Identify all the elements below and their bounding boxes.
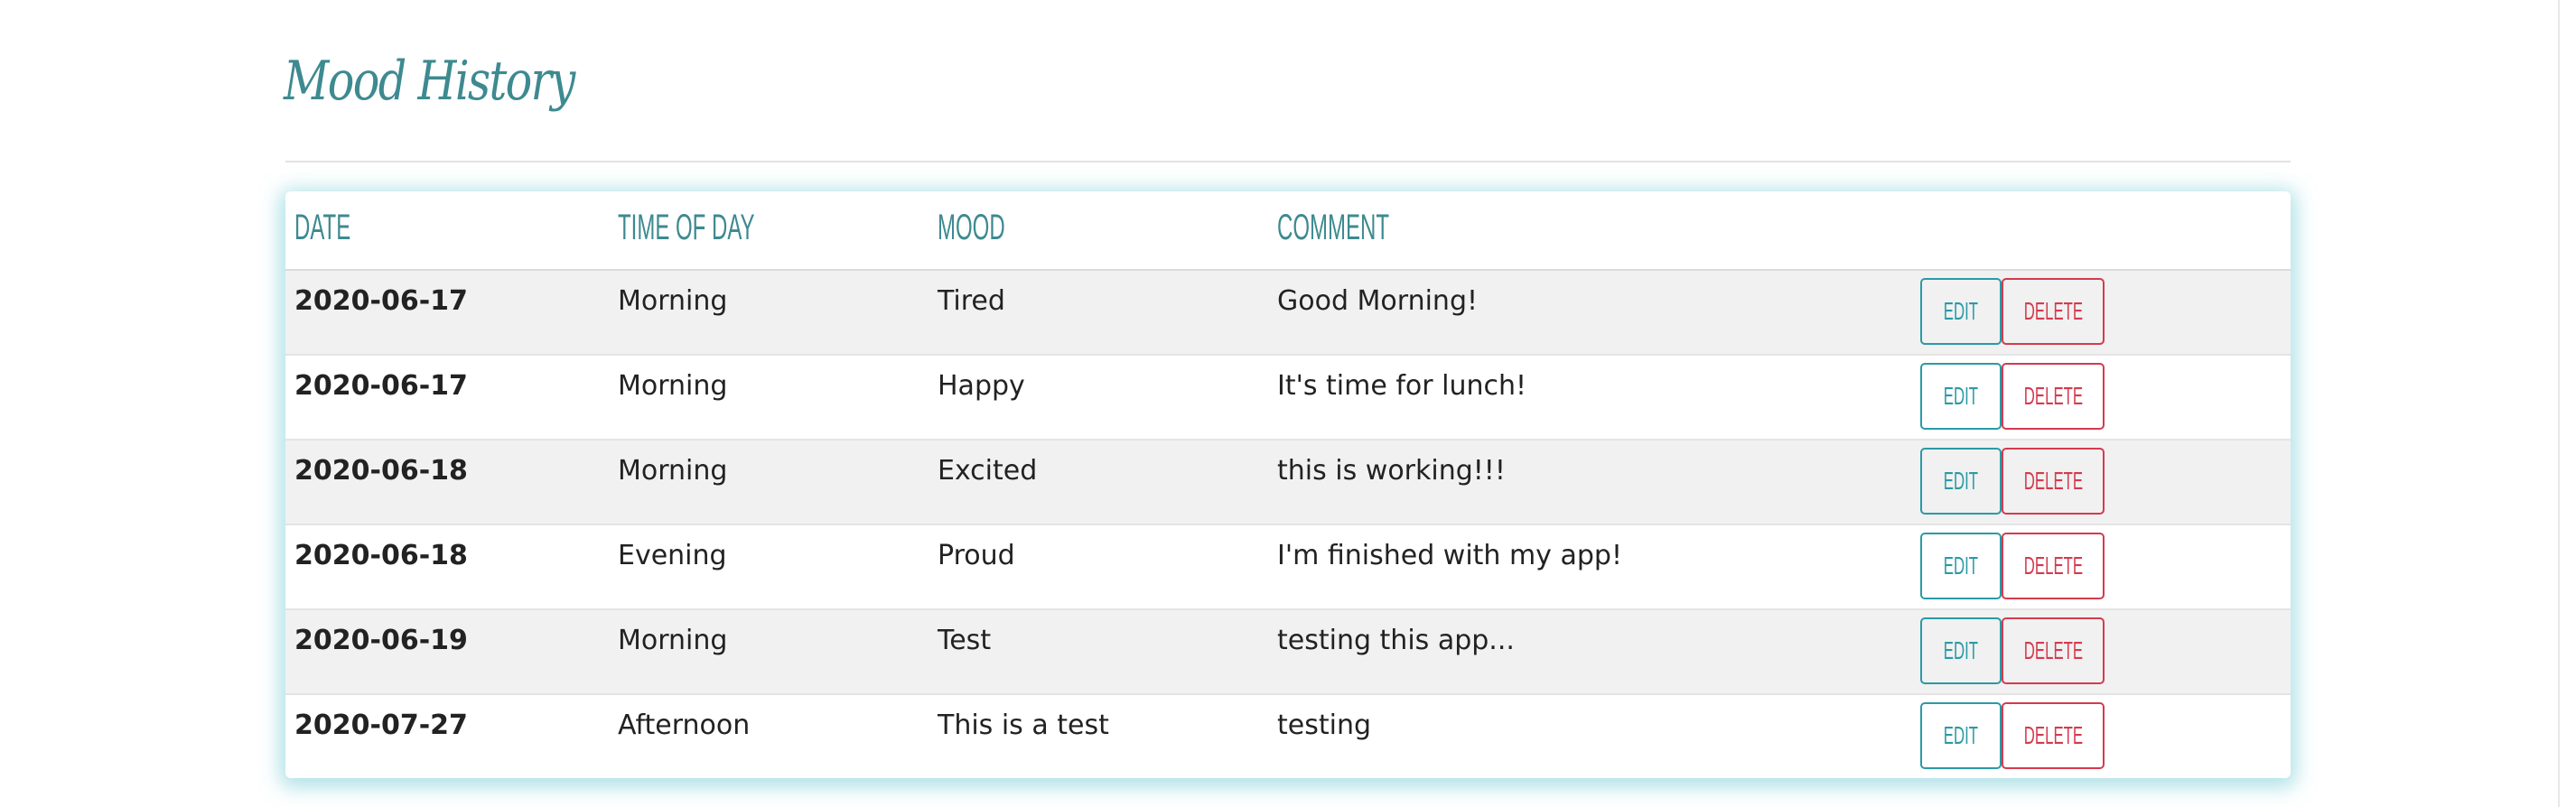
delete-button[interactable]: Delete: [2002, 278, 2105, 345]
header-date[interactable]: Date: [294, 209, 350, 246]
header-mood[interactable]: Mood: [938, 209, 1005, 246]
table-row: 2020-07-27 Afternoon This is a test test…: [285, 695, 2291, 778]
cell-mood: Happy: [938, 370, 1025, 402]
edit-button[interactable]: Edit: [1920, 363, 2002, 430]
mood-history-table: Date Time of Day Mood Comment 2020-06-17…: [285, 191, 2291, 778]
cell-comment: It's time for lunch!: [1277, 370, 1527, 402]
row-actions: Edit Delete: [1920, 702, 2291, 771]
cell-comment: Good Morning!: [1277, 285, 1479, 317]
cell-comment: this is working!!!: [1277, 455, 1506, 487]
cell-date: 2020-06-18: [294, 540, 468, 571]
cell-mood: Tired: [938, 285, 1005, 317]
cell-mood: Proud: [938, 540, 1015, 571]
edit-button[interactable]: Edit: [1920, 278, 2002, 345]
cell-mood: This is a test: [938, 710, 1109, 741]
cell-time-of-day: Morning: [618, 625, 728, 656]
cell-time-of-day: Morning: [618, 455, 728, 487]
cell-time-of-day: Morning: [618, 285, 728, 317]
table-header-row: Date Time of Day Mood Comment: [285, 191, 2291, 271]
table-row: 2020-06-19 Morning Test testing this app…: [285, 610, 2291, 695]
delete-button-label: Delete: [2023, 552, 2083, 580]
delete-button[interactable]: Delete: [2002, 702, 2105, 769]
cell-date: 2020-06-18: [294, 455, 468, 487]
row-actions: Edit Delete: [1920, 363, 2291, 431]
edit-button[interactable]: Edit: [1920, 533, 2002, 599]
title-divider: [285, 161, 2291, 162]
delete-button-label: Delete: [2023, 721, 2083, 749]
edit-button[interactable]: Edit: [1920, 617, 2002, 684]
table-row: 2020-06-17 Morning Tired Good Morning! E…: [285, 271, 2291, 356]
row-actions: Edit Delete: [1920, 617, 2291, 686]
cell-comment: testing: [1277, 710, 1372, 741]
cell-time-of-day: Morning: [618, 370, 728, 402]
edit-button-label: Edit: [1943, 297, 1979, 325]
delete-button-label: Delete: [2023, 467, 2083, 495]
edit-button-label: Edit: [1943, 552, 1979, 580]
edit-button[interactable]: Edit: [1920, 448, 2002, 515]
cell-date: 2020-07-27: [294, 710, 468, 741]
delete-button[interactable]: Delete: [2002, 533, 2105, 599]
delete-button-label: Delete: [2023, 636, 2083, 664]
cell-mood: Excited: [938, 455, 1038, 487]
delete-button-label: Delete: [2023, 297, 2083, 325]
cell-mood: Test: [938, 625, 992, 656]
cell-comment: I'm finished with my app!: [1277, 540, 1622, 571]
cell-time-of-day: Evening: [618, 540, 727, 571]
delete-button[interactable]: Delete: [2002, 448, 2105, 515]
edit-button[interactable]: Edit: [1920, 702, 2002, 769]
delete-button-label: Delete: [2023, 382, 2083, 410]
table-row: 2020-06-17 Morning Happy It's time for l…: [285, 356, 2291, 441]
cell-date: 2020-06-17: [294, 285, 468, 317]
row-actions: Edit Delete: [1920, 278, 2291, 347]
cell-time-of-day: Afternoon: [618, 710, 751, 741]
header-comment[interactable]: Comment: [1277, 209, 1389, 246]
edit-button-label: Edit: [1943, 467, 1979, 495]
header-time-of-day[interactable]: Time of Day: [618, 209, 755, 246]
delete-button[interactable]: Delete: [2002, 363, 2105, 430]
edit-button-label: Edit: [1943, 636, 1979, 664]
table-row: 2020-06-18 Evening Proud I'm finished wi…: [285, 525, 2291, 610]
row-actions: Edit Delete: [1920, 448, 2291, 516]
table-row: 2020-06-18 Morning Excited this is worki…: [285, 441, 2291, 525]
page-title: Mood History: [284, 50, 575, 113]
delete-button[interactable]: Delete: [2002, 617, 2105, 684]
vertical-scrollbar[interactable]: [2558, 0, 2576, 807]
page: Mood History Date Time of Day Mood Comme…: [0, 0, 2576, 807]
cell-date: 2020-06-17: [294, 370, 468, 402]
cell-comment: testing this app...: [1277, 625, 1515, 656]
edit-button-label: Edit: [1943, 382, 1979, 410]
edit-button-label: Edit: [1943, 721, 1979, 749]
cell-date: 2020-06-19: [294, 625, 468, 656]
row-actions: Edit Delete: [1920, 533, 2291, 601]
